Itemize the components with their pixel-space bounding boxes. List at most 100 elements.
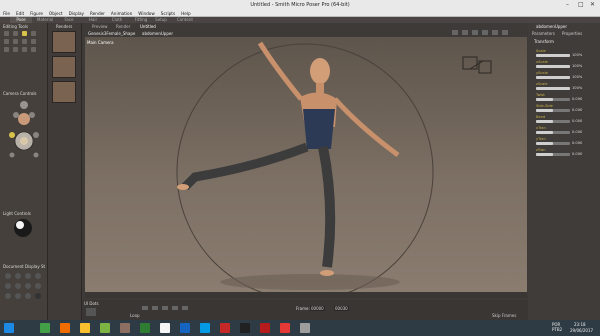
param-slider[interactable]: yScale 100%: [536, 71, 586, 80]
part-selector[interactable]: abdomenUpper: [142, 31, 173, 36]
language-indicator[interactable]: POR PTB2: [552, 322, 570, 332]
firefox-icon[interactable]: [60, 323, 70, 333]
param-slider-value[interactable]: 0.000: [572, 108, 582, 112]
display-style-grid[interactable]: [3, 271, 43, 307]
direct-manipulation-icon[interactable]: [22, 47, 27, 52]
param-slider[interactable]: Scale 100%: [536, 49, 586, 58]
folder-icon[interactable]: [80, 323, 90, 333]
menu-display[interactable]: Display: [69, 10, 84, 17]
clock-time[interactable]: 23:18: [574, 322, 586, 327]
app-icon[interactable]: [240, 323, 250, 333]
start-icon[interactable]: [4, 323, 14, 333]
app-icon[interactable]: [220, 323, 230, 333]
group-transform[interactable]: Transform: [534, 39, 554, 44]
param-slider-value[interactable]: 100%: [572, 64, 582, 68]
app-icon[interactable]: [160, 323, 170, 333]
app-icon[interactable]: [300, 323, 310, 333]
param-slider-track[interactable]: [536, 87, 570, 90]
render-thumbnail[interactable]: [52, 56, 76, 78]
toolbar-button-icon[interactable]: [472, 30, 478, 35]
param-slider[interactable]: zScale 100%: [536, 82, 586, 91]
skip-frames-label[interactable]: Skip Frames: [492, 313, 516, 318]
twist-tool-icon[interactable]: [13, 31, 18, 36]
color-tool-icon[interactable]: [22, 39, 27, 44]
param-slider-value[interactable]: 100%: [572, 53, 582, 57]
next-frame-button-icon[interactable]: [172, 306, 178, 310]
param-slider-value[interactable]: 100%: [572, 75, 582, 79]
translate-tool-icon[interactable]: [22, 31, 27, 36]
grouping-tool-icon[interactable]: [31, 39, 36, 44]
light-sphere-icon[interactable]: [10, 217, 36, 239]
menu-render[interactable]: Render: [90, 10, 105, 17]
maximize-icon[interactable]: □: [578, 1, 584, 8]
render-thumbnail[interactable]: [52, 31, 76, 53]
scale-tool-icon[interactable]: [31, 31, 36, 36]
param-slider[interactable]: yTran 0.000: [536, 137, 586, 146]
menu-object[interactable]: Object: [49, 10, 63, 17]
end-button-icon[interactable]: [182, 306, 188, 310]
figure-selector[interactable]: Genesis3Female_Shape: [88, 31, 135, 36]
param-slider-track[interactable]: [536, 109, 570, 112]
close-icon[interactable]: ✕: [590, 1, 595, 8]
toolbar-button-icon[interactable]: [462, 30, 468, 35]
tab-preview[interactable]: Preview: [92, 24, 108, 29]
tab-parameters[interactable]: Parameters: [532, 31, 555, 36]
param-slider-value[interactable]: 100%: [572, 86, 582, 90]
menu-scripts[interactable]: Scripts: [161, 10, 175, 17]
menu-animation[interactable]: Animation: [111, 10, 132, 17]
app-icon[interactable]: [40, 323, 50, 333]
frame-total-field[interactable]: 00030: [334, 306, 349, 311]
rewind-button-icon[interactable]: [142, 306, 148, 310]
minimize-icon[interactable]: –: [566, 1, 569, 8]
param-slider[interactable]: xTran 0.000: [536, 126, 586, 135]
clock-date[interactable]: 29/06/2017: [570, 328, 593, 333]
param-slider-track[interactable]: [536, 54, 570, 57]
param-slider[interactable]: xScale 100%: [536, 60, 586, 69]
param-slider-value[interactable]: 0.000: [572, 130, 582, 134]
taper-tool-icon[interactable]: [4, 39, 9, 44]
app-icon[interactable]: [120, 323, 130, 333]
toolbar-button-icon[interactable]: [492, 30, 498, 35]
app-icon[interactable]: [180, 323, 190, 333]
param-slider-value[interactable]: 0.000: [572, 152, 582, 156]
toolbar-button-icon[interactable]: [502, 30, 508, 35]
view-magnifier-icon[interactable]: [4, 47, 9, 52]
frame-field[interactable]: 00000: [310, 306, 325, 311]
3d-viewport[interactable]: Main Camera: [85, 37, 527, 292]
app-icon[interactable]: [280, 323, 290, 333]
loop-label[interactable]: Loop: [130, 313, 140, 318]
pin-tool-icon[interactable]: [31, 47, 36, 52]
param-slider-track[interactable]: [536, 120, 570, 123]
param-slider-track[interactable]: [536, 142, 570, 145]
tab-properties[interactable]: Properties: [562, 31, 582, 36]
chain-break-tool-icon[interactable]: [13, 39, 18, 44]
camera-controls-widget[interactable]: [4, 97, 44, 177]
tab-render[interactable]: Render: [116, 24, 130, 29]
play-button-icon[interactable]: [162, 306, 168, 310]
skype-icon[interactable]: [200, 323, 210, 333]
menu-window[interactable]: Window: [138, 10, 155, 17]
param-slider-track[interactable]: [536, 98, 570, 101]
tab-untitled[interactable]: Untitled: [140, 24, 156, 29]
param-slider-value[interactable]: 0.000: [572, 97, 582, 101]
app-icon[interactable]: [100, 323, 110, 333]
param-slider-track[interactable]: [536, 65, 570, 68]
app-icon[interactable]: [260, 323, 270, 333]
param-slider[interactable]: Twist 0.000: [536, 93, 586, 102]
toolbar-button-icon[interactable]: [452, 30, 458, 35]
menu-figure[interactable]: Figure: [30, 10, 43, 17]
app-icon[interactable]: [140, 323, 150, 333]
rotate-tool-icon[interactable]: [4, 31, 9, 36]
render-thumbnail[interactable]: [52, 81, 76, 103]
morph-brush-icon[interactable]: [13, 47, 18, 52]
param-slider[interactable]: zTran 0.000: [536, 148, 586, 157]
param-slider[interactable]: Side-Side 0.000: [536, 104, 586, 113]
toolbar-button-icon[interactable]: [482, 30, 488, 35]
param-slider-value[interactable]: 0.000: [572, 141, 582, 145]
param-slider-track[interactable]: [536, 131, 570, 134]
menu-file[interactable]: File: [3, 10, 10, 17]
param-slider[interactable]: Bend 0.000: [536, 115, 586, 124]
menu-help[interactable]: Help: [181, 10, 191, 17]
param-slider-track[interactable]: [536, 76, 570, 79]
param-slider-value[interactable]: 0.000: [572, 119, 582, 123]
